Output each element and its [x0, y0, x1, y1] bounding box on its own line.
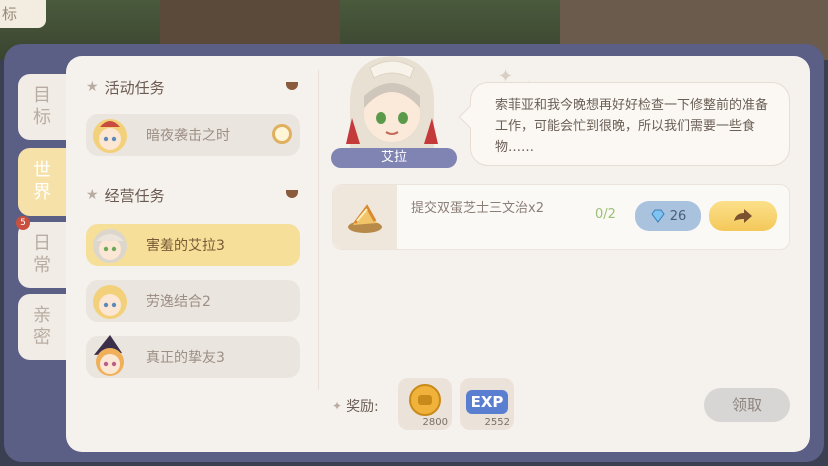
requirement-row: 提交双蛋芝士三文治x2 0/2 26: [332, 184, 790, 250]
sandwich-icon: [333, 185, 397, 249]
tab-world[interactable]: 世 界: [18, 148, 66, 216]
tab-intimacy-label: 亲 密: [33, 305, 51, 348]
sparkle-icon: ✦: [332, 399, 343, 413]
coin-icon: [409, 384, 441, 416]
witch-avatar-icon: [88, 335, 132, 379]
task-label: 劳逸结合2: [146, 294, 211, 310]
dialogue-text: 索菲亚和我今晚想再好好检查一下修整前的准备工作，可能会忙到很晚，所以我们需要一些…: [495, 98, 769, 155]
reward-coin[interactable]: 2800: [398, 378, 452, 430]
business-section-title: 经营任务: [104, 186, 165, 205]
blonde-avatar-icon: [88, 279, 132, 323]
notification-badge: 5: [16, 216, 30, 230]
tab-daily[interactable]: 5 日 常: [16, 216, 66, 288]
collapse-icon: [286, 190, 298, 198]
task-label: 暗夜袭击之时: [146, 128, 230, 144]
arrow-right-icon: [734, 209, 752, 223]
sophia-avatar-icon: [88, 113, 132, 157]
task-label: 害羞的艾拉3: [146, 238, 225, 254]
requirement-progress: 0/2: [595, 207, 616, 222]
npc-nameplate: 艾拉: [331, 148, 457, 168]
reward-exp[interactable]: EXP 2552: [460, 378, 514, 430]
gem-icon: [651, 209, 665, 223]
column-divider: [318, 70, 319, 390]
claim-button[interactable]: 领取: [704, 388, 790, 422]
task-label: 真正的挚友3: [146, 350, 225, 366]
business-section-header[interactable]: ★ 经营任务: [86, 182, 304, 208]
collapse-icon: [286, 82, 298, 90]
rewards-label-text: 奖励:: [346, 399, 379, 415]
ella-portrait: [330, 48, 454, 158]
star-icon: ★: [86, 187, 99, 203]
tab-daily-label: 日 常: [33, 233, 51, 276]
clock-icon: [272, 124, 292, 144]
task-item-shy-ella[interactable]: 害羞的艾拉3: [86, 224, 300, 266]
corner-tab[interactable]: 标: [0, 0, 46, 28]
event-section-title: 活动任务: [104, 78, 165, 97]
reward-amount: 2552: [484, 417, 510, 428]
tab-goals[interactable]: 目 标: [18, 74, 66, 140]
reward-amount: 2800: [422, 417, 448, 428]
task-item-true-friend[interactable]: 真正的挚友3: [86, 335, 300, 379]
gem-skip-button[interactable]: 26: [635, 201, 701, 231]
task-item-work-life-balance[interactable]: 劳逸结合2: [86, 280, 300, 322]
ella-avatar-icon: [88, 223, 132, 267]
dialogue-bubble: 索菲亚和我今晚想再好好检查一下修整前的准备工作，可能会忙到很晚，所以我们需要一些…: [458, 82, 790, 166]
exp-icon: EXP: [466, 390, 508, 414]
tab-goals-label: 目 标: [33, 85, 51, 128]
requirement-desc: 提交双蛋芝士三文治x2: [411, 201, 544, 216]
goto-button[interactable]: [709, 201, 777, 231]
tab-world-label: 世 界: [33, 160, 51, 203]
star-icon: ★: [86, 79, 99, 95]
event-section-header[interactable]: ★ 活动任务: [86, 74, 304, 100]
exp-text: EXP: [470, 393, 504, 411]
gem-cost: 26: [669, 208, 687, 224]
task-item-night-raid[interactable]: 暗夜袭击之时: [86, 114, 300, 156]
rewards-label: ✦ 奖励:: [332, 396, 379, 416]
tab-intimacy[interactable]: 亲 密: [18, 294, 66, 360]
